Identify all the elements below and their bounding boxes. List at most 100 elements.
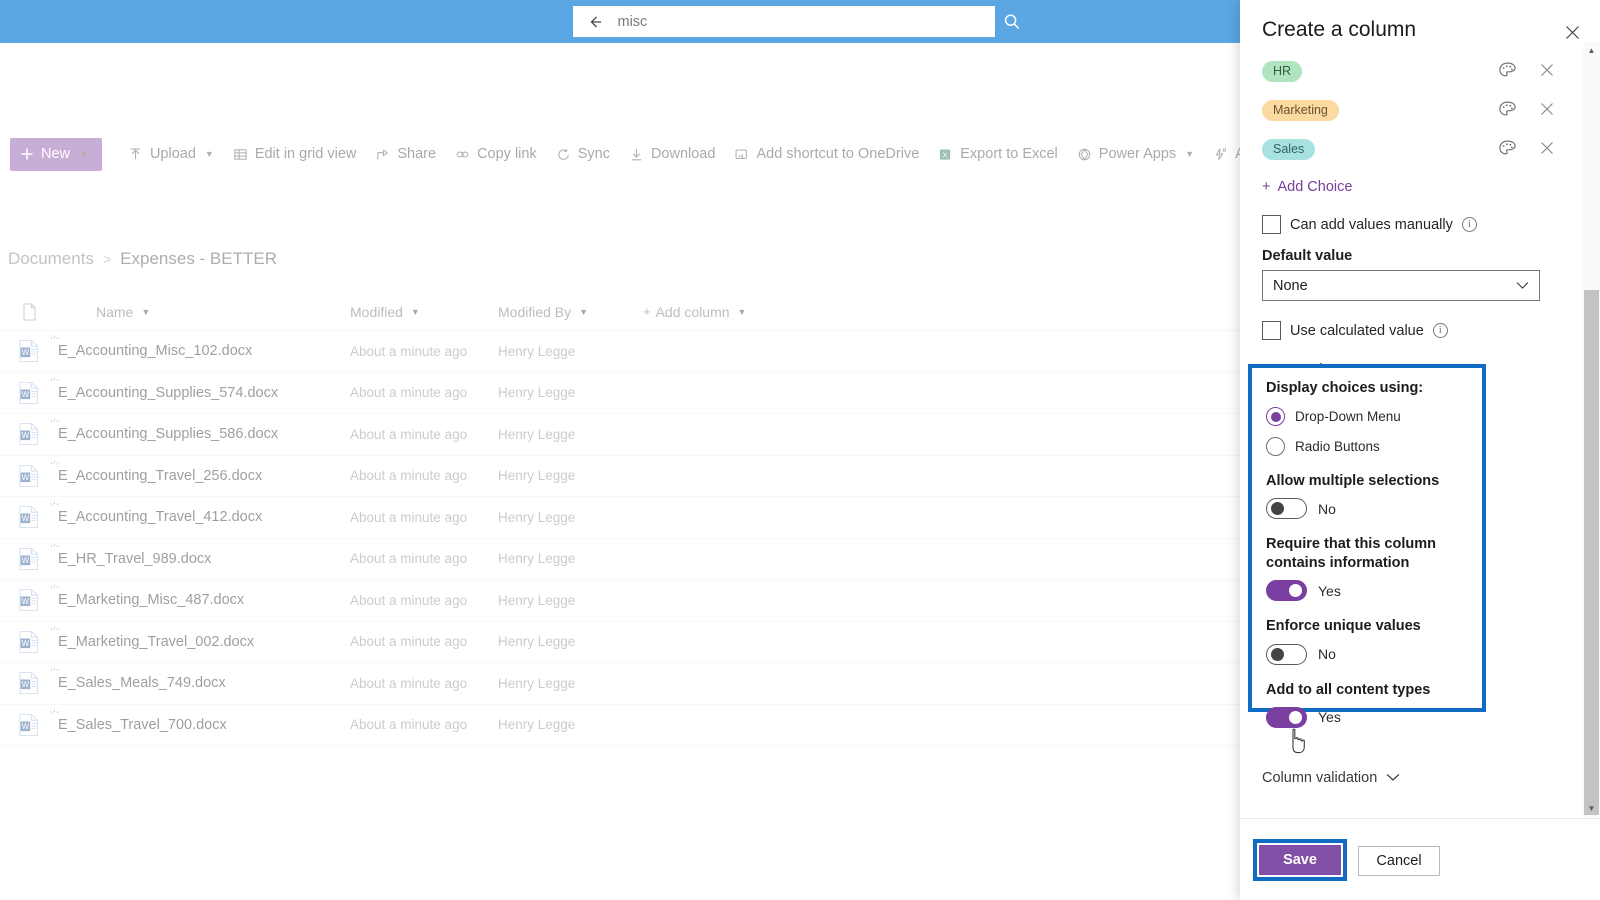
upload-button[interactable]: Upload ▼ — [118, 138, 223, 171]
panel-scrollbar[interactable]: ▲ ▼ — [1583, 42, 1600, 817]
palette-icon[interactable] — [1496, 59, 1518, 81]
toggle-knob — [1289, 710, 1302, 724]
new-sparkle-icon — [49, 501, 60, 515]
can-add-values-manually-checkbox[interactable]: Can add values manually i — [1240, 215, 1562, 234]
add-choice-button[interactable]: + Add Choice — [1240, 179, 1562, 195]
table-row[interactable]: W E_Accounting_Travel_256.docx About a m… — [0, 456, 1240, 497]
breadcrumb-root[interactable]: Documents — [8, 249, 94, 269]
choice-chip[interactable]: HR — [1262, 61, 1303, 82]
svg-text:W: W — [22, 390, 30, 399]
share-label: Share — [397, 146, 437, 162]
table-row[interactable]: W E_Marketing_Travel_002.docx About a mi… — [0, 622, 1240, 663]
column-header-modified-by-label: Modified By — [498, 303, 572, 320]
edit-in-grid-view-button[interactable]: Edit in grid view — [223, 138, 366, 171]
table-row[interactable]: W E_Sales_Meals_749.docx About a minute … — [0, 663, 1240, 705]
sync-icon — [555, 146, 572, 163]
table-row[interactable]: W E_Accounting_Misc_102.docx About a min… — [0, 331, 1240, 373]
svg-text:W: W — [22, 473, 30, 482]
new-sparkle-icon — [49, 626, 60, 640]
toggle-row[interactable]: Yes — [1266, 580, 1482, 602]
palette-icon[interactable] — [1496, 137, 1518, 159]
choice-chip[interactable]: Marketing — [1262, 100, 1339, 121]
power-apps-button[interactable]: Power Apps ▼ — [1067, 138, 1203, 171]
remove-choice-icon[interactable] — [1536, 59, 1558, 81]
table-row[interactable]: W E_Accounting_Supplies_586.docx About a… — [0, 414, 1240, 456]
modified-by-cell: Henry Legge — [498, 717, 576, 733]
toggle-switch[interactable] — [1266, 498, 1307, 520]
info-icon[interactable]: i — [1461, 217, 1477, 232]
new-button[interactable]: New ▼ — [10, 137, 102, 171]
choice-chip[interactable]: Sales — [1262, 139, 1316, 160]
file-name-cell[interactable]: E_HR_Travel_989.docx — [50, 543, 350, 567]
info-icon[interactable]: i — [1432, 323, 1448, 338]
toggle-row[interactable]: No — [1266, 498, 1482, 520]
table-row[interactable]: W E_Marketing_Misc_487.docx About a minu… — [0, 580, 1240, 622]
palette-icon[interactable] — [1496, 98, 1518, 120]
page-title: Create a column — [1262, 18, 1417, 41]
table-row[interactable]: W E_Accounting_Supplies_574.docx About a… — [0, 373, 1240, 414]
column-header-name[interactable]: Name ▼ — [58, 304, 350, 320]
svg-text:W: W — [22, 556, 30, 565]
toggle-row[interactable]: No — [1266, 643, 1482, 665]
back-arrow-icon[interactable] — [584, 11, 606, 33]
table-row[interactable]: W E_Accounting_Travel_412.docx About a m… — [0, 497, 1240, 539]
column-validation-label: Column validation — [1262, 770, 1378, 786]
remove-choice-icon[interactable] — [1536, 98, 1558, 120]
file-name-cell[interactable]: E_Sales_Meals_749.docx — [50, 668, 350, 691]
table-row[interactable]: W E_HR_Travel_989.docx About a minute ag… — [0, 539, 1240, 580]
grid-icon — [232, 146, 249, 163]
file-name-cell[interactable]: E_Marketing_Misc_487.docx — [50, 585, 350, 608]
toggle-switch[interactable] — [1266, 580, 1307, 602]
scroll-down-arrow-icon[interactable]: ▼ — [1583, 800, 1600, 817]
sync-button[interactable]: Sync — [546, 138, 619, 171]
checkbox-box — [1262, 215, 1281, 234]
search-icon[interactable] — [997, 6, 1028, 37]
close-icon[interactable] — [1558, 18, 1586, 46]
choice-row-actions — [1496, 137, 1558, 159]
file-name-cell[interactable]: E_Accounting_Misc_102.docx — [50, 336, 350, 359]
add-shortcut-label: Add shortcut to OneDrive — [756, 146, 920, 162]
search-input[interactable]: misc — [572, 6, 995, 37]
default-value-select[interactable]: None — [1262, 270, 1540, 301]
remove-choice-icon[interactable] — [1536, 137, 1558, 159]
new-button-label: New — [41, 146, 71, 162]
display-choice-radio[interactable]: Drop-Down Menu — [1266, 407, 1482, 426]
copy-link-button[interactable]: Copy link — [445, 138, 546, 171]
add-choice-label: Add Choice — [1277, 179, 1353, 195]
edit-grid-label: Edit in grid view — [254, 146, 357, 162]
svg-text:W: W — [22, 639, 30, 648]
file-name-cell[interactable]: E_Marketing_Travel_002.docx — [50, 626, 350, 650]
file-name-cell[interactable]: E_Accounting_Supplies_586.docx — [50, 419, 350, 442]
table-row[interactable]: W E_Sales_Travel_700.docx About a minute… — [0, 705, 1240, 746]
file-name-cell[interactable]: E_Accounting_Travel_256.docx — [50, 460, 350, 484]
svg-text:W: W — [22, 680, 30, 689]
breadcrumb-separator: > — [102, 251, 112, 267]
column-header-modified-by[interactable]: Modified By ▼ — [498, 304, 643, 320]
share-button[interactable]: Share — [365, 138, 445, 171]
save-button[interactable]: Save — [1259, 845, 1341, 875]
cancel-button[interactable]: Cancel — [1358, 846, 1440, 876]
file-name-label: E_Sales_Meals_749.docx — [50, 668, 226, 691]
toggle-label: Require that this column contains inform… — [1266, 536, 1436, 572]
display-choice-radio[interactable]: Radio Buttons — [1266, 437, 1482, 456]
toggle-switch[interactable] — [1266, 706, 1307, 728]
add-column-button[interactable]: + Add column ▼ — [643, 304, 1240, 320]
file-name-cell[interactable]: E_Sales_Travel_700.docx — [50, 709, 350, 733]
scrollbar-thumb[interactable] — [1584, 290, 1599, 815]
scroll-up-arrow-icon[interactable]: ▲ — [1583, 42, 1600, 59]
use-calculated-value-checkbox[interactable]: Use calculated value i — [1240, 321, 1562, 340]
radio-button[interactable] — [1266, 407, 1285, 426]
file-name-cell[interactable]: E_Accounting_Travel_412.docx — [50, 502, 350, 525]
upload-label: Upload — [149, 146, 196, 162]
export-to-excel-button[interactable]: X Export to Excel — [928, 138, 1067, 171]
file-name-cell[interactable]: E_Accounting_Supplies_574.docx — [50, 377, 350, 401]
new-sparkle-icon — [49, 335, 60, 349]
column-header-modified[interactable]: Modified ▼ — [350, 304, 498, 320]
column-validation-toggle[interactable]: Column validation — [1262, 770, 1400, 786]
download-button[interactable]: Download — [619, 138, 725, 171]
toggle-label: Add to all content types — [1266, 681, 1431, 698]
radio-button[interactable] — [1266, 437, 1285, 456]
toggle-switch[interactable] — [1266, 643, 1307, 665]
add-shortcut-onedrive-button[interactable]: Add shortcut to OneDrive — [724, 138, 928, 171]
toggle-row[interactable]: Yes — [1266, 706, 1482, 728]
